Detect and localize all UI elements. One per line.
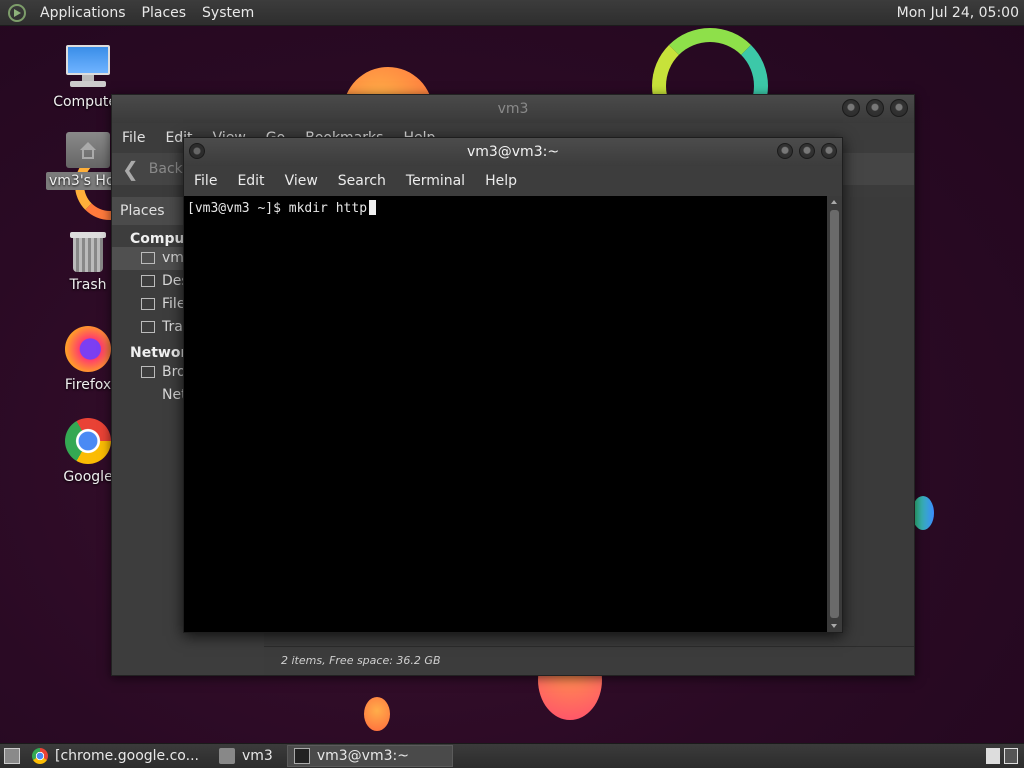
clock[interactable]: Mon Jul 24, 05:00: [897, 5, 1024, 21]
desktop-folder-icon: [141, 275, 155, 287]
places-menu[interactable]: Places: [134, 5, 195, 21]
taskbar-item-terminal[interactable]: vm3@vm3:~: [286, 745, 453, 767]
minimize-button[interactable]: [842, 99, 860, 117]
window-menu-button[interactable]: [189, 143, 205, 159]
distro-logo-icon[interactable]: [8, 3, 26, 22]
back-arrow-icon: ❮: [122, 157, 139, 181]
scroll-up-arrow-icon[interactable]: [831, 200, 837, 204]
trash-icon: [70, 230, 106, 272]
window-titlebar[interactable]: vm3: [112, 95, 914, 123]
taskbar-item-file-manager[interactable]: vm3: [213, 745, 281, 767]
system-menu[interactable]: System: [194, 5, 262, 21]
bottom-panel: [chrome.google.co... vm3 vm3@vm3:~: [0, 743, 1024, 768]
terminal-icon: [293, 748, 310, 764]
desktop-icon-label: Google: [63, 469, 113, 485]
trash-icon: [141, 321, 155, 333]
menu-edit[interactable]: Edit: [227, 173, 274, 189]
window-title: vm3: [497, 101, 529, 117]
desktop-icon-label: Trash: [69, 277, 107, 293]
chrome-icon: [32, 748, 48, 764]
taskbar-item-label: [chrome.google.co...: [55, 748, 199, 764]
menu-view[interactable]: View: [275, 173, 328, 189]
text-cursor: [369, 200, 377, 215]
shell-prompt: [vm3@vm3 ~]$: [187, 201, 289, 216]
typed-command: mkdir http: [288, 201, 368, 216]
home-folder-icon: [218, 748, 235, 764]
taskbar-item-label: vm3@vm3:~: [316, 748, 409, 764]
applications-menu[interactable]: Applications: [32, 5, 134, 21]
menubar: File Edit View Search Terminal Help: [184, 166, 842, 196]
menu-search[interactable]: Search: [328, 173, 396, 189]
wallpaper-blob-blue: [912, 496, 934, 530]
home-icon: [141, 252, 155, 264]
window-title: vm3@vm3:~: [466, 144, 560, 160]
menu-file[interactable]: File: [112, 130, 155, 146]
menu-file[interactable]: File: [184, 173, 227, 189]
minimize-button[interactable]: [777, 143, 793, 159]
wallpaper-blob-small: [364, 697, 390, 731]
taskbar-item-label: vm3: [241, 748, 273, 764]
terminal-output[interactable]: [vm3@vm3 ~]$ mkdir http: [184, 196, 827, 632]
firefox-icon: [65, 326, 111, 372]
window-titlebar[interactable]: vm3@vm3:~: [184, 138, 842, 166]
back-button[interactable]: ❮ Back: [112, 157, 183, 181]
drive-icon: [141, 298, 155, 310]
menu-help[interactable]: Help: [475, 173, 527, 189]
scroll-down-arrow-icon[interactable]: [831, 624, 837, 628]
workspace-1[interactable]: [986, 748, 1000, 764]
maximize-button[interactable]: [799, 143, 815, 159]
status-bar: 2 items, Free space: 36.2 GB: [264, 646, 914, 675]
workspace-switcher[interactable]: [986, 748, 1018, 764]
scrollbar-thumb[interactable]: [830, 210, 839, 618]
close-button[interactable]: [890, 99, 908, 117]
top-panel: Applications Places System Mon Jul 24, 0…: [0, 0, 1024, 26]
home-folder-icon: [66, 128, 110, 168]
show-desktop-button[interactable]: [4, 748, 20, 764]
scrollbar[interactable]: [827, 196, 842, 632]
close-button[interactable]: [821, 143, 837, 159]
workspace-2[interactable]: [1004, 748, 1018, 764]
network-icon: [141, 366, 155, 378]
desktop-icon-label: Firefox: [64, 377, 112, 393]
chrome-icon: [65, 418, 111, 464]
back-label: Back: [148, 161, 183, 177]
terminal-window[interactable]: vm3@vm3:~ File Edit View Search Terminal…: [183, 137, 843, 633]
menu-terminal[interactable]: Terminal: [396, 173, 475, 189]
taskbar-item-chrome[interactable]: [chrome.google.co...: [26, 745, 207, 767]
maximize-button[interactable]: [866, 99, 884, 117]
computer-icon: [64, 45, 112, 89]
